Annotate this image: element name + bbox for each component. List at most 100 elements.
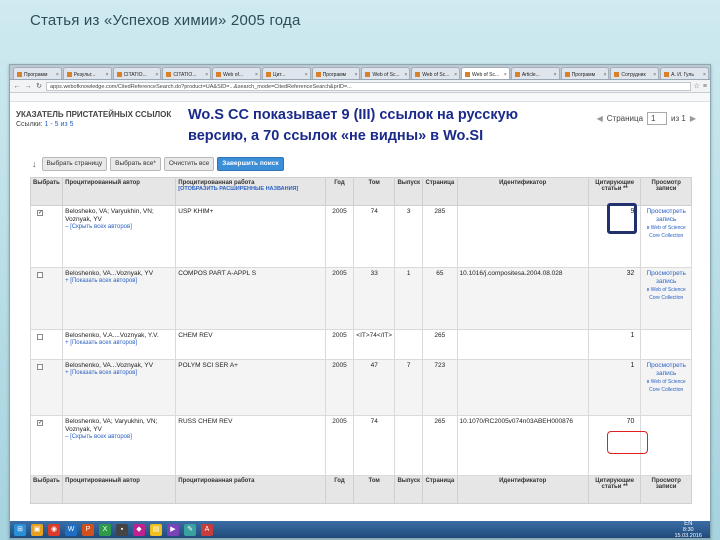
- pager: ◀ Страница 1 из 1 ▶: [597, 112, 696, 125]
- toggle-authors-link[interactable]: + [Показать всех авторов]: [65, 278, 173, 284]
- browser-tab[interactable]: Web of Sc... ×: [361, 67, 411, 79]
- tab-close-icon[interactable]: ×: [155, 72, 158, 78]
- page-number-input[interactable]: 1: [647, 112, 668, 125]
- author-cell: Beloshenko, V.A....Voznyak, Y.V. + [Пока…: [62, 329, 177, 360]
- tab-close-icon[interactable]: ×: [554, 72, 557, 78]
- start-button-icon[interactable]: ⊞: [14, 523, 26, 536]
- view-record-link[interactable]: Просмотреть запись: [643, 362, 689, 378]
- tab-close-icon[interactable]: ×: [603, 72, 606, 78]
- app-icon[interactable]: ◆: [133, 523, 145, 536]
- browser-tab[interactable]: Результ... ×: [62, 67, 112, 79]
- callout-annotation: Wo.S CC показывает 9 (III) ссылок на рус…: [188, 105, 568, 147]
- media-icon[interactable]: ▶: [167, 523, 179, 536]
- view-record-link[interactable]: Просмотреть запись: [643, 270, 689, 286]
- forward-icon[interactable]: →: [24, 83, 32, 90]
- tab-label: Результ...: [73, 71, 96, 78]
- volume: 33: [353, 267, 396, 330]
- browser-tab[interactable]: Программ ×: [13, 67, 62, 79]
- select-page-button[interactable]: Выбрать страницу: [41, 157, 108, 171]
- tab-close-icon[interactable]: ×: [56, 72, 59, 78]
- citing-count[interactable]: 1: [587, 329, 642, 360]
- prev-page-icon[interactable]: ◀: [597, 114, 603, 123]
- tab-close-icon[interactable]: ×: [205, 72, 208, 78]
- browser-tab[interactable]: CITATIO... ×: [162, 67, 212, 79]
- tab-close-icon[interactable]: ×: [454, 72, 457, 78]
- view-record-link[interactable]: Просмотреть запись: [643, 208, 689, 224]
- finish-search-button[interactable]: Завершить поиск: [217, 157, 284, 171]
- pdf-icon[interactable]: A: [201, 523, 213, 536]
- volume: <IT>74</IT>: [353, 329, 396, 360]
- terminal-icon[interactable]: ▪: [116, 523, 128, 536]
- browser-tab[interactable]: Программ ×: [560, 67, 610, 79]
- browser-tab[interactable]: Web of Sc... ×: [461, 67, 510, 79]
- tab-close-icon[interactable]: ×: [106, 72, 109, 78]
- clear-all-button[interactable]: Очистить все: [163, 157, 215, 171]
- toggle-authors-link[interactable]: – [Скрыть всех авторов]: [65, 224, 173, 230]
- show-expanded-titles-link[interactable]: [ОТОБРАЗИТЬ РАСШИРЕННЫЕ НАЗВАНИЯ]: [178, 186, 323, 192]
- clock-date: 15.03.2016: [674, 532, 702, 539]
- col-issue-footer: Выпуск: [394, 475, 424, 504]
- citing-count[interactable]: 32: [587, 267, 642, 330]
- browser-tab[interactable]: Цит... ×: [261, 67, 311, 79]
- row-checkbox[interactable]: [37, 272, 43, 278]
- pager-label: Страница: [606, 114, 644, 123]
- folder-icon[interactable]: ▤: [150, 523, 162, 536]
- browser-icon[interactable]: ◉: [48, 523, 60, 536]
- browser-tab[interactable]: Web of... ×: [212, 67, 261, 79]
- col-issue: Выпуск: [394, 177, 424, 206]
- row-checkbox[interactable]: [37, 334, 43, 340]
- browser-tab[interactable]: CITATIO... ×: [112, 67, 162, 79]
- notes-icon[interactable]: ✎: [184, 523, 196, 536]
- browser-tab[interactable]: Article... ×: [510, 67, 560, 79]
- powerpoint-icon[interactable]: P: [82, 523, 94, 536]
- tab-close-icon[interactable]: ×: [305, 72, 308, 78]
- word-icon[interactable]: W: [65, 523, 77, 536]
- browser-tab[interactable]: Программ ×: [311, 67, 361, 79]
- browser-tab[interactable]: Сотрудник ×: [610, 67, 660, 79]
- toggle-authors-link[interactable]: – [Скрыть всех авторов]: [65, 434, 173, 440]
- view-record-note: в Web of Science Core Collection: [646, 379, 686, 393]
- row-checkbox[interactable]: ✓: [37, 420, 43, 426]
- tab-label: Программ: [24, 71, 48, 78]
- browser-tab[interactable]: А. И. Гуль ×: [660, 67, 709, 79]
- col-year: Год: [324, 177, 355, 206]
- tab-favicon-icon: [315, 72, 321, 77]
- row-checkbox[interactable]: [37, 364, 43, 370]
- row-checkbox[interactable]: ✓: [37, 210, 43, 216]
- tab-close-icon[interactable]: ×: [404, 72, 407, 78]
- tab-close-icon[interactable]: ×: [355, 72, 358, 78]
- tab-close-icon[interactable]: ×: [255, 72, 258, 78]
- issue: [394, 329, 424, 360]
- select-all-button[interactable]: Выбрать все*: [110, 157, 161, 171]
- citing-count[interactable]: 1: [587, 359, 642, 416]
- tab-label: Программ: [322, 71, 347, 78]
- toggle-authors-link[interactable]: + [Показать всех авторов]: [65, 340, 173, 346]
- tab-label: Программ: [571, 71, 596, 78]
- toggle-authors-link[interactable]: + [Показать всех авторов]: [65, 370, 173, 376]
- col-view-record-footer: Просмотр записи: [640, 475, 692, 504]
- browser-screenshot: Программ × Результ... × CITATIO... × CITATIO..…: [9, 64, 711, 539]
- url-field[interactable]: apps.webofknowledge.com/CitedReferenceSe…: [46, 81, 691, 91]
- author-cell: Beloshenko, VA; Varyukhin, VN; Voznyak, …: [62, 415, 177, 476]
- view-record-cell: Просмотреть запись в Web of Science Core…: [640, 359, 692, 416]
- next-page-icon[interactable]: ▶: [690, 114, 696, 123]
- col-volume-footer: Том: [353, 475, 396, 504]
- table-footer-row: Выбрать Процитированный автор Процитиров…: [29, 475, 692, 504]
- browser-menu-icon[interactable]: ≡: [703, 83, 707, 90]
- back-icon[interactable]: ←: [13, 83, 21, 90]
- col-volume: Том: [353, 177, 396, 206]
- excel-icon[interactable]: X: [99, 523, 111, 536]
- issue: 1: [394, 267, 424, 330]
- clock[interactable]: EN 8:30 15.03.2016: [674, 521, 710, 539]
- tab-close-icon[interactable]: ×: [653, 72, 656, 78]
- tab-favicon-icon: [17, 72, 22, 77]
- input-language[interactable]: EN: [684, 521, 692, 527]
- tab-close-icon[interactable]: ×: [504, 72, 507, 78]
- bookmark-star-icon[interactable]: ☆: [694, 82, 700, 90]
- reload-icon[interactable]: ↻: [35, 82, 43, 90]
- tab-close-icon[interactable]: ×: [703, 72, 706, 78]
- file-explorer-icon[interactable]: ▣: [31, 523, 43, 536]
- col-page-footer: Страница: [422, 475, 458, 504]
- browser-tab[interactable]: Web of Sc... ×: [411, 67, 461, 79]
- highlight-box-red: [607, 431, 648, 454]
